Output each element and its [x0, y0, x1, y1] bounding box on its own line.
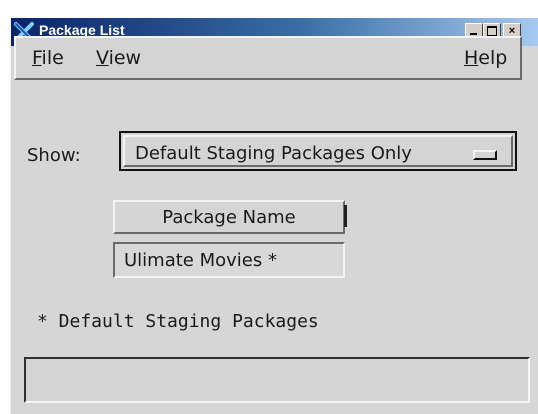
dropdown-selected-value: Default Staging Packages Only: [135, 143, 412, 164]
footnote-text: * Default Staging Packages: [37, 311, 319, 332]
menu-help[interactable]: Help: [464, 47, 507, 69]
dropdown-frame: Default Staging Packages Only: [123, 135, 513, 167]
show-label: Show:: [27, 145, 81, 166]
package-row-name: Ulimate Movies *: [124, 250, 277, 271]
option-menu-indicator-icon: [473, 150, 497, 160]
package-list-row[interactable]: Ulimate Movies *: [113, 242, 345, 278]
menu-view-mnemonic: V: [96, 47, 109, 69]
menu-help-mnemonic: H: [464, 47, 479, 69]
minimize-icon: [470, 33, 477, 35]
column-resize-handle[interactable]: [344, 205, 347, 227]
maximize-icon: [487, 26, 497, 36]
menu-help-label: elp: [478, 47, 508, 69]
column-header-package-name[interactable]: Package Name: [113, 200, 345, 234]
menu-file[interactable]: File: [32, 47, 64, 69]
menu-bar: File View Help: [14, 36, 522, 80]
menu-view-label: iew: [108, 47, 142, 69]
menu-view[interactable]: View: [96, 47, 141, 69]
show-filter-dropdown[interactable]: Default Staging Packages Only: [119, 131, 517, 171]
column-header-label: Package Name: [162, 207, 296, 228]
menu-file-label: ile: [41, 47, 64, 69]
status-bar: [24, 357, 530, 403]
menu-file-mnemonic: F: [32, 47, 42, 69]
